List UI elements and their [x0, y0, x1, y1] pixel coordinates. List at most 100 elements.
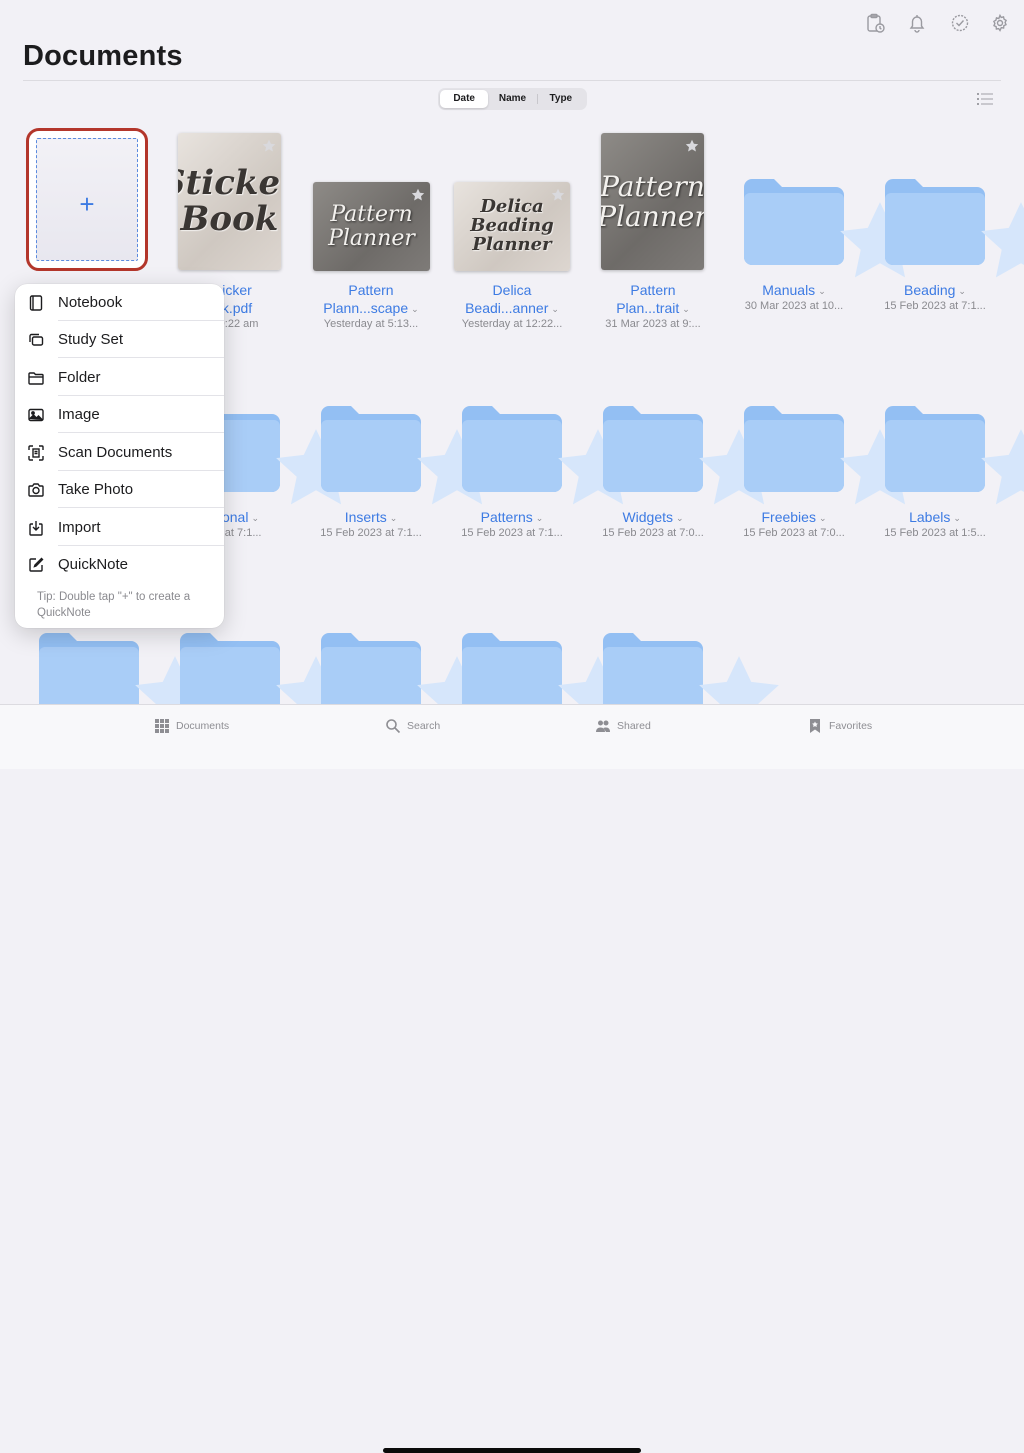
gear-icon[interactable]	[989, 12, 1011, 34]
chevron-down-icon[interactable]: ⌄	[958, 286, 966, 296]
folder-title[interactable]: Labels ⌄	[870, 508, 1000, 527]
favorite-star-icon[interactable]	[828, 424, 920, 505]
study-set-icon	[27, 331, 45, 349]
chevron-down-icon[interactable]: ⌄	[551, 304, 559, 314]
tab-label: Documents	[176, 720, 230, 732]
document-title[interactable]: Plann...scape ⌄	[306, 299, 436, 318]
favorite-star-icon[interactable]	[411, 187, 425, 201]
document-date: Yesterday at 5:13...	[323, 318, 419, 330]
menu-item-label: Import	[58, 519, 101, 536]
chevron-down-icon[interactable]: ⌄	[818, 286, 826, 296]
menu-item-folder[interactable]: Folder	[15, 359, 224, 396]
favorite-star-icon[interactable]	[687, 424, 779, 505]
folder-tile[interactable]	[319, 404, 497, 505]
menu-item-import[interactable]: Import	[15, 509, 224, 546]
home-indicator	[383, 1448, 641, 1453]
quicknote-tip: Tip: Double tap "+" to create a QuickNot…	[37, 591, 191, 619]
document-title[interactable]: Beadi...anner ⌄	[447, 299, 577, 318]
folder-date: 15 Feb 2023 at 7:1...	[320, 527, 422, 539]
favorite-star-icon[interactable]	[687, 651, 779, 732]
document-cover-pattern-planner-portrait[interactable]: Pattern Planner	[601, 133, 704, 270]
import-icon	[27, 519, 45, 537]
folder-tile[interactable]	[883, 404, 1024, 505]
favorite-star-icon[interactable]	[685, 138, 699, 152]
folder-title[interactable]: Beading ⌄	[870, 281, 1000, 300]
folder-title[interactable]: Widgets ⌄	[588, 508, 718, 527]
folder-tile[interactable]	[460, 404, 638, 505]
menu-item-label: Scan Documents	[58, 444, 173, 461]
clipboard-clock-icon[interactable]	[864, 12, 886, 34]
grid-icon	[155, 719, 169, 733]
quicknote-icon	[27, 556, 45, 574]
tab-label: Shared	[617, 720, 651, 732]
chevron-down-icon[interactable]: ⌄	[819, 513, 827, 523]
folder-title[interactable]: Freebies ⌄	[729, 508, 859, 527]
document-title[interactable]: Pattern	[306, 281, 436, 299]
favorite-star-icon[interactable]	[969, 197, 1024, 278]
menu-item-take-photo[interactable]: Take Photo	[15, 471, 224, 508]
chevron-down-icon[interactable]: ⌄	[682, 304, 690, 314]
folder-date: 15 Feb 2023 at 7:0...	[602, 527, 704, 539]
chevron-down-icon[interactable]: ⌄	[390, 513, 398, 523]
document-cover-delica-beading-planner[interactable]: Delica Beading Planner	[454, 182, 570, 271]
favorite-star-icon[interactable]	[546, 651, 638, 732]
cover-title: Pattern Planner	[601, 170, 704, 233]
folder-title[interactable]: Patterns ⌄	[447, 508, 577, 527]
menu-item-image[interactable]: Image	[15, 396, 224, 433]
document-date: 31 Mar 2023 at 9:...	[605, 318, 701, 330]
menu-divider	[58, 432, 224, 433]
tab-label: Search	[407, 720, 441, 732]
sort-name-tab[interactable]: Name	[488, 90, 536, 108]
menu-divider	[58, 357, 224, 358]
folder-tile[interactable]	[742, 177, 920, 278]
menu-item-study-set[interactable]: Study Set	[15, 321, 224, 358]
favorite-star-icon[interactable]	[828, 197, 920, 278]
menu-item-label: Image	[58, 406, 100, 423]
bell-icon[interactable]	[906, 12, 928, 34]
folder-title[interactable]: Manuals ⌄	[729, 281, 859, 300]
document-title[interactable]: Pattern	[588, 281, 718, 299]
document-date: Yesterday at 12:22...	[461, 318, 563, 330]
check-circle-icon[interactable]	[949, 12, 971, 34]
favorite-star-icon[interactable]	[264, 424, 356, 505]
favorite-star-icon[interactable]	[123, 651, 215, 732]
favorite-star-icon[interactable]	[551, 187, 565, 201]
document-cover-pattern-planner-landscape[interactable]: Pattern Planner	[313, 182, 430, 271]
tab-shared[interactable]: Shared	[595, 717, 651, 735]
tab-search[interactable]: Search	[385, 717, 440, 735]
favorite-star-icon[interactable]	[405, 651, 497, 732]
new-document-button[interactable]: +	[26, 128, 148, 271]
favorite-star-icon[interactable]	[264, 651, 356, 732]
chevron-down-icon[interactable]: ⌄	[953, 513, 961, 523]
favorite-star-icon[interactable]	[405, 424, 497, 505]
sort-segmented-control[interactable]: Date Name Type	[438, 88, 587, 110]
menu-item-quicknote[interactable]: QuickNote	[15, 546, 224, 583]
favorite-star-icon[interactable]	[262, 138, 276, 152]
document-title[interactable]: Plan...trait ⌄	[588, 299, 718, 318]
menu-item-notebook[interactable]: Notebook	[15, 284, 224, 321]
chevron-down-icon[interactable]: ⌄	[536, 513, 544, 523]
page-title: Documents	[23, 40, 183, 72]
menu-item-scan-documents[interactable]: Scan Documents	[15, 434, 224, 471]
list-view-icon[interactable]	[977, 91, 993, 107]
folder-title[interactable]: Inserts ⌄	[306, 508, 436, 527]
plus-icon: +	[79, 189, 95, 219]
tab-documents[interactable]: Documents	[154, 717, 229, 735]
chevron-down-icon[interactable]: ⌄	[676, 513, 684, 523]
sort-date-tab[interactable]: Date	[440, 90, 489, 108]
menu-item-label: Take Photo	[58, 481, 134, 498]
folder-tile[interactable]	[742, 404, 920, 505]
chevron-down-icon[interactable]: ⌄	[411, 304, 419, 314]
folder-tile[interactable]	[601, 404, 779, 505]
folder-tile[interactable]	[883, 177, 1024, 278]
menu-item-label: QuickNote	[58, 556, 129, 573]
document-cover-sticker-book[interactable]: Sticker Book	[178, 133, 281, 270]
favorite-star-icon[interactable]	[546, 424, 638, 505]
chevron-down-icon[interactable]: ⌄	[251, 513, 259, 523]
menu-item-label: Notebook	[58, 294, 123, 311]
tab-favorites[interactable]: Favorites	[807, 717, 872, 735]
document-title[interactable]: Delica	[447, 281, 577, 299]
favorite-star-icon[interactable]	[969, 424, 1024, 505]
sort-type-tab[interactable]: Type	[536, 90, 585, 108]
folder-date: 30 Mar 2023 at 10...	[744, 300, 844, 312]
